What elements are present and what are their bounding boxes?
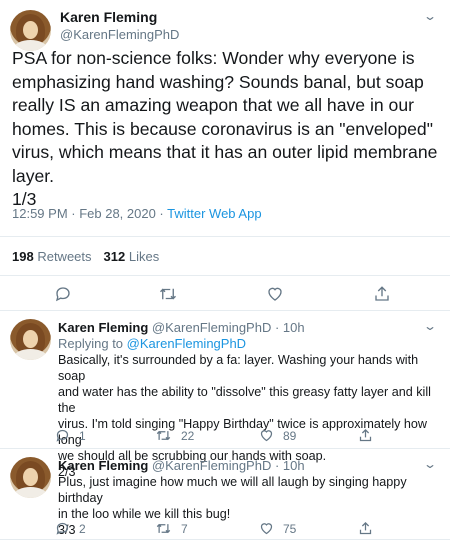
author-name[interactable]: Karen Fleming bbox=[58, 458, 148, 473]
source-link[interactable]: Twitter Web App bbox=[167, 206, 261, 221]
reply-icon bbox=[55, 287, 70, 302]
reply-button[interactable] bbox=[53, 284, 73, 304]
tweet-text: PSA for non-science folks: Wonder why ev… bbox=[12, 48, 438, 209]
share-button[interactable] bbox=[372, 284, 392, 304]
reply-count: 2 bbox=[79, 521, 86, 536]
share-icon bbox=[375, 286, 389, 301]
share-icon bbox=[359, 521, 372, 535]
reply-button[interactable]: 2 bbox=[55, 521, 86, 536]
author-name[interactable]: Karen Fleming bbox=[60, 9, 157, 25]
replying-to-link[interactable]: @KarenFlemingPhD bbox=[127, 336, 246, 351]
retweet-button[interactable]: 7 bbox=[155, 521, 188, 536]
reply-button[interactable]: 1 bbox=[55, 428, 86, 443]
retweet-count: 22 bbox=[181, 428, 195, 443]
avatar[interactable] bbox=[10, 319, 51, 360]
chevron-down-icon[interactable]: ⌄ bbox=[423, 319, 437, 333]
replying-prefix: Replying to bbox=[58, 336, 127, 351]
tweet-actions: 1 22 89 bbox=[0, 428, 450, 446]
avatar[interactable] bbox=[10, 457, 51, 498]
like-icon bbox=[260, 430, 273, 442]
retweets-count: 198 bbox=[12, 249, 34, 264]
chevron-down-icon[interactable]: ⌄ bbox=[423, 457, 437, 471]
retweets-label: Retweets bbox=[37, 249, 92, 264]
share-button[interactable] bbox=[358, 428, 373, 443]
retweet-icon bbox=[160, 288, 176, 300]
retweet-icon bbox=[156, 523, 171, 534]
author-handle[interactable]: @KarenFlemingPhD bbox=[60, 27, 179, 42]
tweet-actions: 2 7 75 bbox=[0, 521, 450, 539]
like-button[interactable]: 89 bbox=[259, 428, 296, 443]
tweet-meta: 12:59 PM · Feb 28, 2020 · Twitter Web Ap… bbox=[12, 206, 262, 221]
like-button[interactable]: 75 bbox=[259, 521, 296, 536]
author-handle[interactable]: @KarenFlemingPhD · 10h bbox=[152, 458, 305, 473]
like-icon bbox=[260, 523, 273, 535]
share-icon bbox=[359, 428, 372, 442]
author-handle[interactable]: @KarenFlemingPhD · 10h bbox=[152, 320, 305, 335]
avatar[interactable] bbox=[10, 10, 51, 51]
retweet-button[interactable]: 22 bbox=[155, 428, 194, 443]
like-button[interactable] bbox=[265, 284, 285, 304]
reply-tweet[interactable]: Karen Fleming @KarenFlemingPhD · 10h ⌄ P… bbox=[0, 449, 450, 539]
reply-header: Karen Fleming @KarenFlemingPhD · 10h bbox=[58, 458, 305, 473]
reply-header: Karen Fleming @KarenFlemingPhD · 10h bbox=[58, 320, 305, 335]
retweet-count: 7 bbox=[181, 521, 188, 536]
author-name[interactable]: Karen Fleming bbox=[58, 320, 148, 335]
reply-icon bbox=[56, 429, 69, 442]
likes-count: 312 bbox=[103, 249, 126, 264]
like-icon bbox=[268, 287, 282, 301]
like-count: 75 bbox=[283, 521, 297, 536]
main-tweet: Karen Fleming @KarenFlemingPhD ⌄ PSA for… bbox=[0, 0, 450, 310]
divider bbox=[0, 539, 450, 540]
retweets-stat[interactable]: 198 Retweets bbox=[12, 249, 92, 264]
retweet-icon bbox=[156, 430, 171, 441]
reply-icon bbox=[56, 522, 69, 535]
share-button[interactable] bbox=[358, 521, 373, 536]
reply-tweet[interactable]: Karen Fleming @KarenFlemingPhD · 10h ⌄ R… bbox=[0, 311, 450, 479]
divider bbox=[0, 236, 450, 237]
reply-count: 1 bbox=[79, 428, 86, 443]
chevron-down-icon[interactable]: ⌄ bbox=[423, 9, 437, 23]
timestamp[interactable]: 12:59 PM · Feb 28, 2020 · bbox=[12, 206, 167, 221]
likes-stat[interactable]: 312 Likes bbox=[104, 249, 160, 264]
engagement-stats: 198 Retweets 312 Likes bbox=[12, 249, 159, 264]
like-count: 89 bbox=[283, 428, 297, 443]
likes-label: Likes bbox=[128, 249, 160, 264]
replying-to: Replying to @KarenFlemingPhD bbox=[58, 336, 246, 351]
divider bbox=[0, 275, 450, 276]
retweet-button[interactable] bbox=[158, 284, 178, 304]
